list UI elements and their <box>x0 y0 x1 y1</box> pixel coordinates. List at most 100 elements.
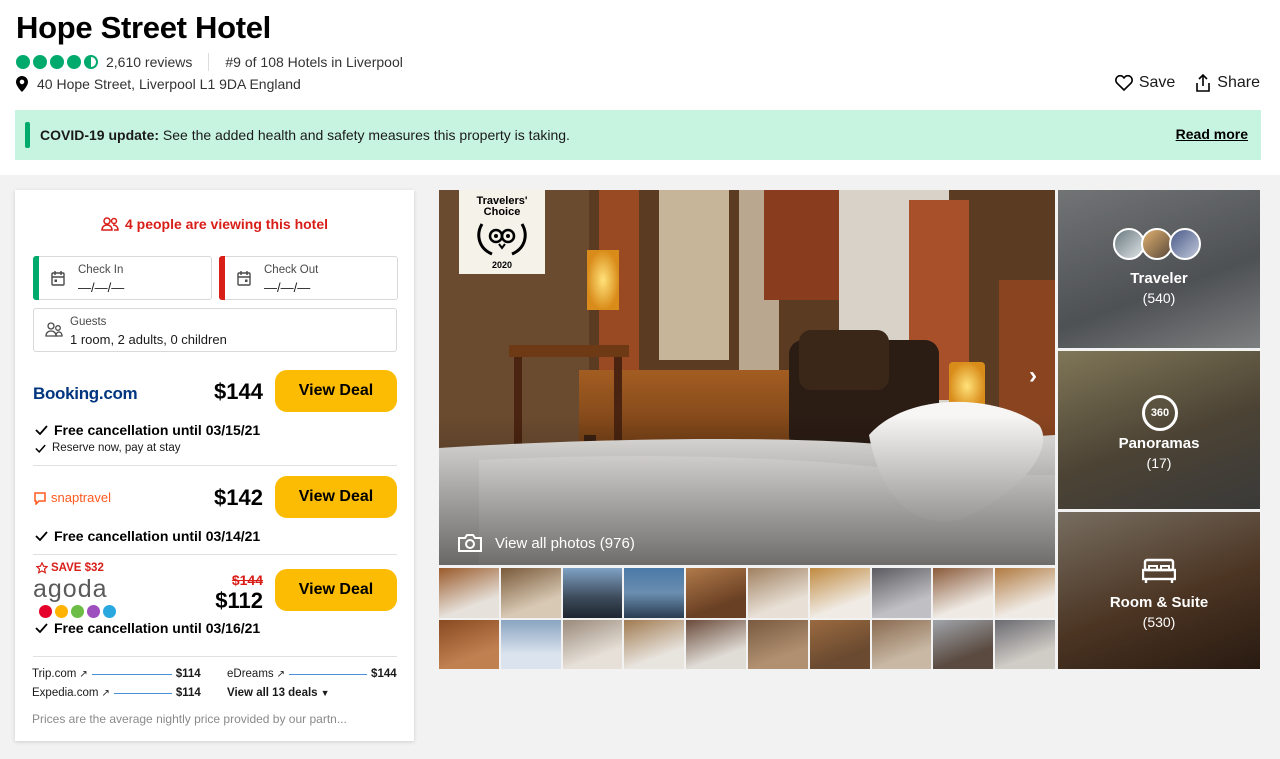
avatar <box>1169 228 1201 260</box>
view-all-photos-button[interactable]: View all photos (976) <box>457 533 635 553</box>
agoda-dots <box>39 605 116 618</box>
save-label: Save <box>1138 74 1176 91</box>
snaptravel-logo: snaptravel <box>33 490 111 505</box>
tile-text: Panoramas (17) <box>1058 435 1260 471</box>
check-in-value: —/—/— <box>78 280 125 295</box>
badge-year: 2020 <box>491 260 513 270</box>
agoda-logo: agoda <box>33 576 116 618</box>
photo-count: (976) <box>599 534 635 552</box>
photo-thumbnail[interactable] <box>500 619 561 669</box>
deal-edreams-name: eDreams <box>227 668 274 680</box>
free-cancellation: Free cancellation until 03/15/21 <box>35 422 260 438</box>
rating-bubbles[interactable] <box>16 55 98 69</box>
external-link-icon: ↗ <box>101 687 110 699</box>
view-all-deals-link[interactable]: View all 13 deals ▼ <box>227 687 330 699</box>
offer-booking: Booking.com $144 View Deal Free cancella… <box>33 370 397 460</box>
photo-thumbnail[interactable] <box>995 619 1055 669</box>
photo-thumbnail[interactable] <box>562 619 623 669</box>
covid-accent-bar <box>25 122 30 148</box>
rating-bubble <box>50 55 64 69</box>
reviews-link[interactable]: 2,610 reviews <box>106 54 192 70</box>
badge-title: Travelers' Choice <box>476 195 528 218</box>
photo-thumbnail[interactable] <box>871 568 932 618</box>
traveler-photos-tile[interactable]: Traveler (540) <box>1058 190 1260 348</box>
viewing-text: 4 people are viewing this hotel <box>124 216 329 232</box>
save-button[interactable]: Save <box>1114 74 1176 92</box>
calendar-icon <box>51 271 65 286</box>
panoramas-tile[interactable]: 360 Panoramas (17) <box>1058 351 1260 509</box>
photo-thumbnail[interactable] <box>562 568 623 618</box>
agoda-dot <box>87 605 100 618</box>
guests-value: 1 room, 2 adults, 0 children <box>70 332 227 347</box>
photo-thumbnail[interactable] <box>995 568 1055 618</box>
photo-thumbnail[interactable] <box>747 619 808 669</box>
check-in-field[interactable]: Check In —/—/— <box>33 256 212 300</box>
view-all-photos-text: View all photos <box>495 534 596 552</box>
photo-thumbnails <box>439 568 1055 669</box>
traveler-avatars <box>1113 228 1201 260</box>
chevron-down-icon: ▼ <box>320 688 330 698</box>
deal-trip-name: Trip.com <box>32 668 77 680</box>
check-icon <box>35 425 48 435</box>
rating-bubble <box>67 55 81 69</box>
photo-thumbnail[interactable] <box>933 619 994 669</box>
external-link-icon: ↗ <box>79 668 88 680</box>
rating-bubble <box>33 55 47 69</box>
ranking-link[interactable]: #9 of 108 Hotels in Liverpool <box>225 54 402 70</box>
main-photo[interactable]: Travelers' Choice 2020 › View all photos… <box>439 190 1055 565</box>
agoda-name: agoda <box>33 575 108 603</box>
photo-thumbnail[interactable] <box>871 619 932 669</box>
guests-field[interactable]: Guests 1 room, 2 adults, 0 children <box>33 308 397 352</box>
deal-trip[interactable]: Trip.com ↗ $114 <box>32 668 201 680</box>
photo-thumbnail[interactable] <box>809 619 870 669</box>
room-suite-tile[interactable]: Room & Suite (530) <box>1058 512 1260 669</box>
view-deal-button[interactable]: View Deal <box>275 370 397 412</box>
photo-thumbnail[interactable] <box>933 568 994 618</box>
heart-icon <box>1114 75 1133 91</box>
check-out-field[interactable]: Check Out —/—/— <box>219 256 398 300</box>
share-label: Share <box>1217 74 1260 91</box>
tile-overlay <box>1058 190 1260 348</box>
deal-leader <box>289 673 368 675</box>
photo-thumbnail[interactable] <box>500 568 561 618</box>
cancellation-text: Free cancellation until 03/15/21 <box>54 422 261 438</box>
check-icon <box>35 531 48 541</box>
tile-text: Traveler (540) <box>1058 270 1260 306</box>
deal-expedia[interactable]: Expedia.com ↗ $114 <box>32 687 201 699</box>
tile-label: Room & Suite <box>1109 594 1209 611</box>
photo-thumbnail[interactable] <box>747 568 808 618</box>
photo-thumbnail[interactable] <box>624 619 685 669</box>
photo-thumbnail[interactable] <box>809 568 870 618</box>
check-out-value: —/—/— <box>264 280 311 295</box>
chevron-right-icon[interactable]: › <box>1029 362 1037 390</box>
deal-edreams[interactable]: eDreams ↗ $144 <box>227 668 397 680</box>
external-link-icon: ↗ <box>276 668 286 680</box>
view-all-photos-label: View all photos (976) <box>495 535 635 552</box>
photo-thumbnail[interactable] <box>686 619 746 669</box>
share-button[interactable]: Share <box>1195 74 1260 92</box>
agoda-dot <box>55 605 68 618</box>
header-actions: Save Share <box>1114 74 1260 92</box>
cancellation-text: Free cancellation until 03/16/21 <box>54 620 261 636</box>
photo-thumbnail[interactable] <box>686 568 746 618</box>
check-in-stripe <box>33 256 39 300</box>
covid-text: COVID-19 update: See the added health an… <box>40 127 570 143</box>
booking-card: 4 people are viewing this hotel Check In… <box>15 190 414 741</box>
check-icon <box>35 444 46 453</box>
read-more-link[interactable]: Read more <box>1176 126 1248 142</box>
deal-trip-price: $114 <box>175 668 201 680</box>
view-deal-button[interactable]: View Deal <box>275 476 397 518</box>
offer-agoda: SAVE $32 agoda $144 $112 View Deal Free … <box>33 562 397 652</box>
photo-thumbnail[interactable] <box>439 568 499 618</box>
address-row[interactable]: 40 Hope Street, Liverpool L1 9DA England <box>16 76 301 92</box>
photo-thumbnail[interactable] <box>624 568 685 618</box>
tile-label: Panoramas <box>1118 435 1200 452</box>
tile-overlay <box>1058 512 1260 669</box>
tile-count: (540) <box>1142 290 1176 306</box>
snaptravel-icon <box>34 491 46 505</box>
photo-thumbnail[interactable] <box>439 619 499 669</box>
view-deal-button[interactable]: View Deal <box>275 569 397 611</box>
hotel-address: 40 Hope Street, Liverpool L1 9DA England <box>37 76 301 92</box>
map-pin-icon <box>16 76 28 92</box>
price-disclaimer: Prices are the average nightly price pro… <box>32 712 347 726</box>
